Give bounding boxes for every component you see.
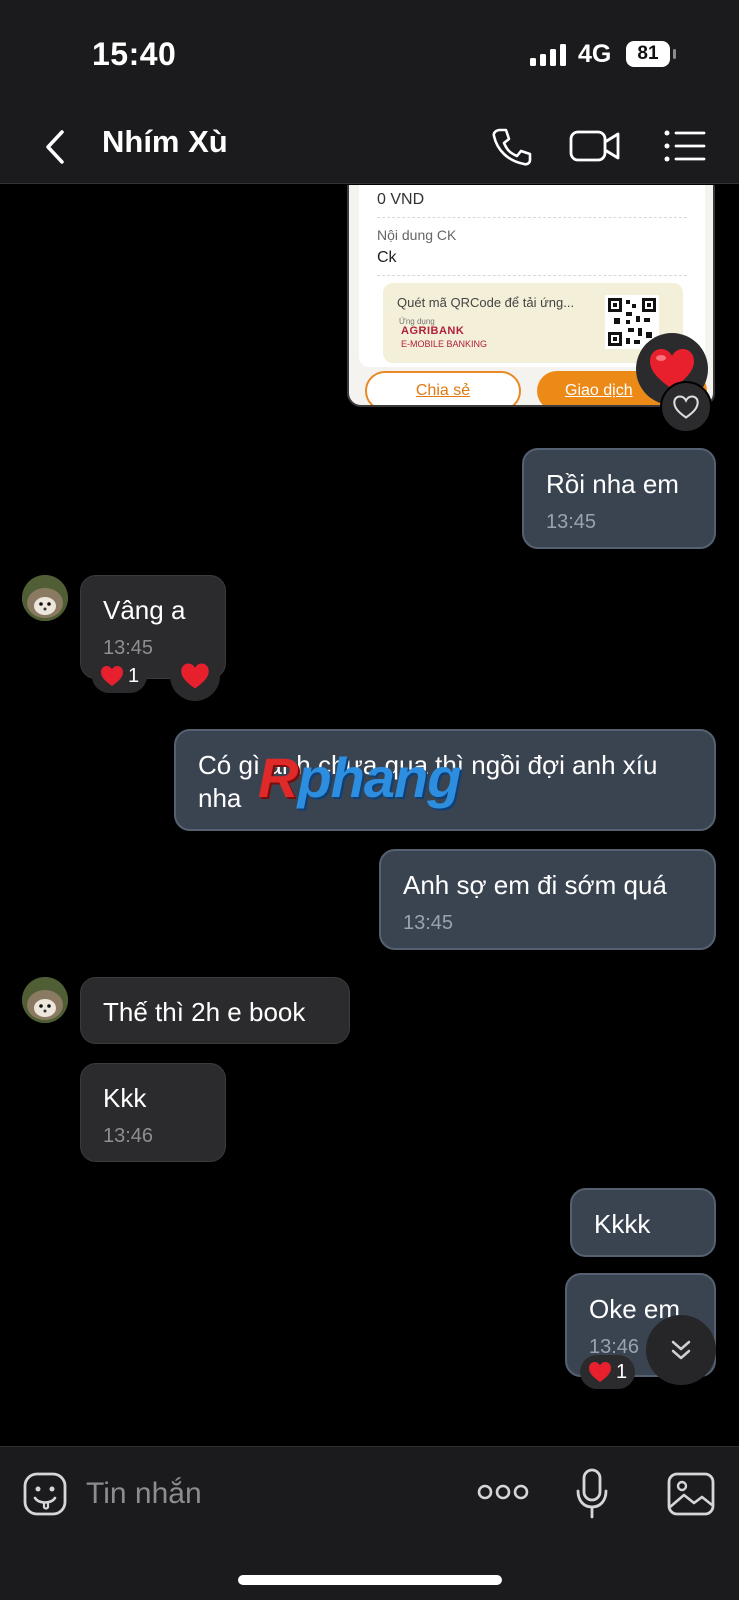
heart-icon: [181, 663, 209, 689]
message-bubble-outgoing[interactable]: Anh sợ em đi sớm quá 13:45: [379, 849, 716, 950]
message-time: 13:45: [546, 511, 597, 533]
menu-list-icon[interactable]: [660, 122, 708, 170]
share-button[interactable]: Chia sẻ: [365, 371, 521, 405]
message-bubble-outgoing[interactable]: Kkkk: [570, 1188, 716, 1257]
receipt-content-label: Nội dung CK: [377, 227, 457, 243]
message-text: Kkk: [103, 1083, 147, 1113]
back-arrow-icon[interactable]: [36, 122, 76, 172]
battery-icon: 81: [626, 41, 676, 67]
heart-icon: [589, 1362, 611, 1382]
more-options-icon[interactable]: [476, 1477, 530, 1507]
receipt-divider: [377, 275, 687, 276]
reaction-count-badge[interactable]: 1: [580, 1355, 636, 1389]
heart-outline-icon: [673, 395, 699, 419]
reaction-count: 1: [616, 1360, 628, 1383]
receipt-content-value: Ck: [377, 249, 397, 266]
signal-strength-icon: [530, 44, 566, 66]
double-chevron-down-icon: [671, 1340, 691, 1360]
message-text: Rồi nha em: [546, 469, 679, 499]
bank-app-name: E-MOBILE BANKING: [401, 339, 488, 349]
message-composer: [0, 1446, 739, 1600]
qr-promo-text: Quét mã QRCode để tải ứng...: [397, 295, 575, 310]
hedgehog-avatar-icon: [22, 575, 68, 621]
receipt-divider: [377, 217, 687, 218]
message-bubble-incoming[interactable]: Thế thì 2h e book: [80, 977, 350, 1044]
scroll-to-bottom-button[interactable]: [646, 1315, 716, 1385]
message-bubble-outgoing[interactable]: Rồi nha em 13:45: [522, 448, 716, 549]
hedgehog-avatar-icon: [22, 977, 68, 1023]
status-time: 15:40: [92, 36, 177, 72]
heart-icon: [101, 666, 123, 686]
message-bubble-incoming[interactable]: Kkk 13:46: [80, 1063, 226, 1162]
contact-avatar[interactable]: [22, 575, 68, 621]
qr-promo-card: Quét mã QRCode để tải ứng... Ứng dụng AG…: [383, 283, 683, 363]
message-text: Có gì anh chưa qua thì ngồi đợi anh xíu …: [198, 750, 658, 813]
home-indicator[interactable]: [238, 1575, 502, 1585]
receipt-amount: 0 VND: [377, 191, 425, 208]
contact-name[interactable]: Nhím Xù: [102, 124, 228, 160]
message-text: Anh sợ em đi sớm quá: [403, 870, 667, 900]
message-text: Vâng a: [103, 595, 186, 625]
react-heart-button[interactable]: [660, 381, 712, 433]
message-time: 13:46: [103, 1125, 154, 1147]
message-time: 13:45: [403, 912, 454, 934]
message-bubble-outgoing[interactable]: Có gì anh chưa qua thì ngồi đợi anh xíu …: [174, 729, 716, 831]
microphone-icon[interactable]: [574, 1467, 610, 1521]
network-type: 4G: [578, 40, 612, 68]
reaction-count: 1: [128, 664, 140, 687]
video-call-icon[interactable]: [568, 122, 622, 170]
emoji-sticker-icon[interactable]: [22, 1471, 68, 1517]
reaction-count-badge[interactable]: 1: [92, 659, 148, 693]
contact-avatar[interactable]: [22, 977, 68, 1023]
message-input[interactable]: [86, 1469, 446, 1519]
chat-header: Nhím Xù: [0, 110, 739, 184]
image-gallery-icon[interactable]: [666, 1471, 716, 1517]
message-list[interactable]: 0 VND Nội dung CK Ck Quét mã QRCode để t…: [0, 185, 739, 1445]
react-heart-button[interactable]: [170, 651, 220, 701]
message-text: Thế thì 2h e book: [103, 997, 306, 1027]
status-bar: 15:40 4G 81: [0, 0, 739, 110]
bank-logo: AGRIBANK: [401, 325, 465, 337]
phone-call-icon[interactable]: [486, 122, 534, 170]
message-text: Kkkk: [594, 1209, 651, 1239]
